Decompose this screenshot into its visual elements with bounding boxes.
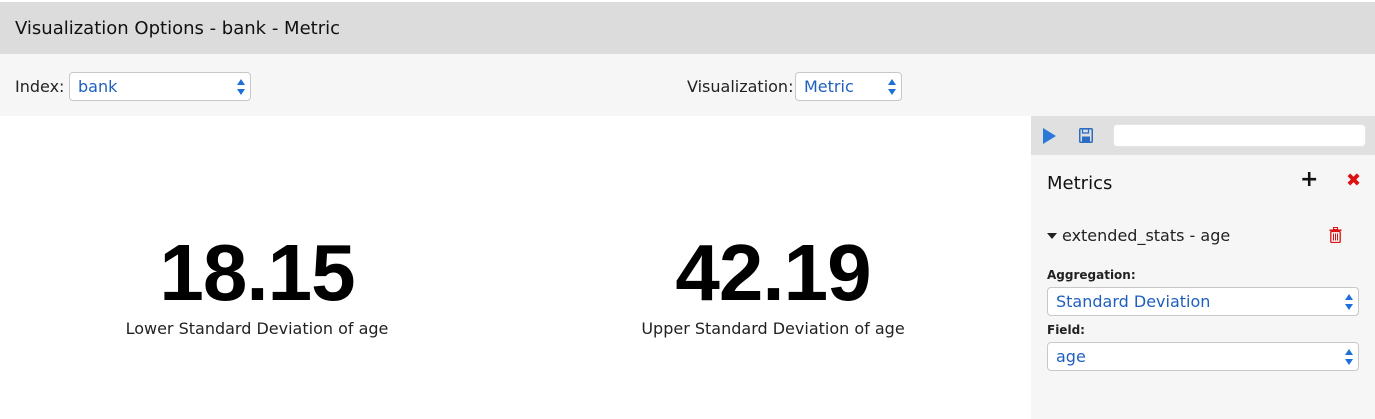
window-title-bar: Visualization Options - bank - Metric [0, 2, 1375, 54]
trash-icon[interactable] [1329, 227, 1342, 243]
aggregation-toggle[interactable]: extended_stats - age [1047, 226, 1230, 245]
field-select[interactable]: age [1047, 342, 1359, 371]
panel-search-input[interactable] [1113, 124, 1366, 147]
field-label: Field: [1047, 323, 1085, 337]
index-select-value: bank [78, 77, 118, 96]
window-title: Visualization Options - bank - Metric [15, 17, 340, 39]
visualization-label: Visualization: [687, 77, 794, 96]
plus-icon[interactable]: + [1300, 169, 1318, 191]
select-arrows-icon [888, 78, 896, 96]
metric-value: 18.15 [159, 228, 355, 317]
metric-label: Upper Standard Deviation of age [641, 319, 905, 338]
play-icon[interactable] [1043, 128, 1056, 144]
metric-upper-std-dev: 42.19 Upper Standard Deviation of age [622, 228, 924, 339]
select-arrows-icon [1345, 293, 1353, 311]
metric-label: Lower Standard Deviation of age [125, 319, 389, 338]
visualization-select-value: Metric [804, 77, 854, 96]
metric-value: 42.19 [675, 228, 871, 317]
select-arrows-icon [1345, 348, 1353, 366]
index-label: Index: [15, 77, 65, 96]
aggregation-select[interactable]: Standard Deviation [1047, 287, 1359, 316]
aggregation-select-value: Standard Deviation [1056, 292, 1211, 311]
aggregation-header-label: extended_stats - age [1062, 226, 1231, 245]
panel-title: Metrics [1047, 173, 1113, 194]
field-select-value: age [1056, 347, 1086, 366]
visualization-select[interactable]: Metric [795, 72, 902, 101]
caret-down-icon [1047, 232, 1057, 239]
close-icon[interactable]: ✖ [1346, 171, 1361, 191]
save-icon[interactable] [1079, 128, 1093, 143]
index-select[interactable]: bank [69, 72, 251, 101]
select-arrows-icon [237, 78, 245, 96]
aggregation-label: Aggregation: [1047, 268, 1136, 282]
metric-lower-std-dev: 18.15 Lower Standard Deviation of age [107, 228, 407, 339]
